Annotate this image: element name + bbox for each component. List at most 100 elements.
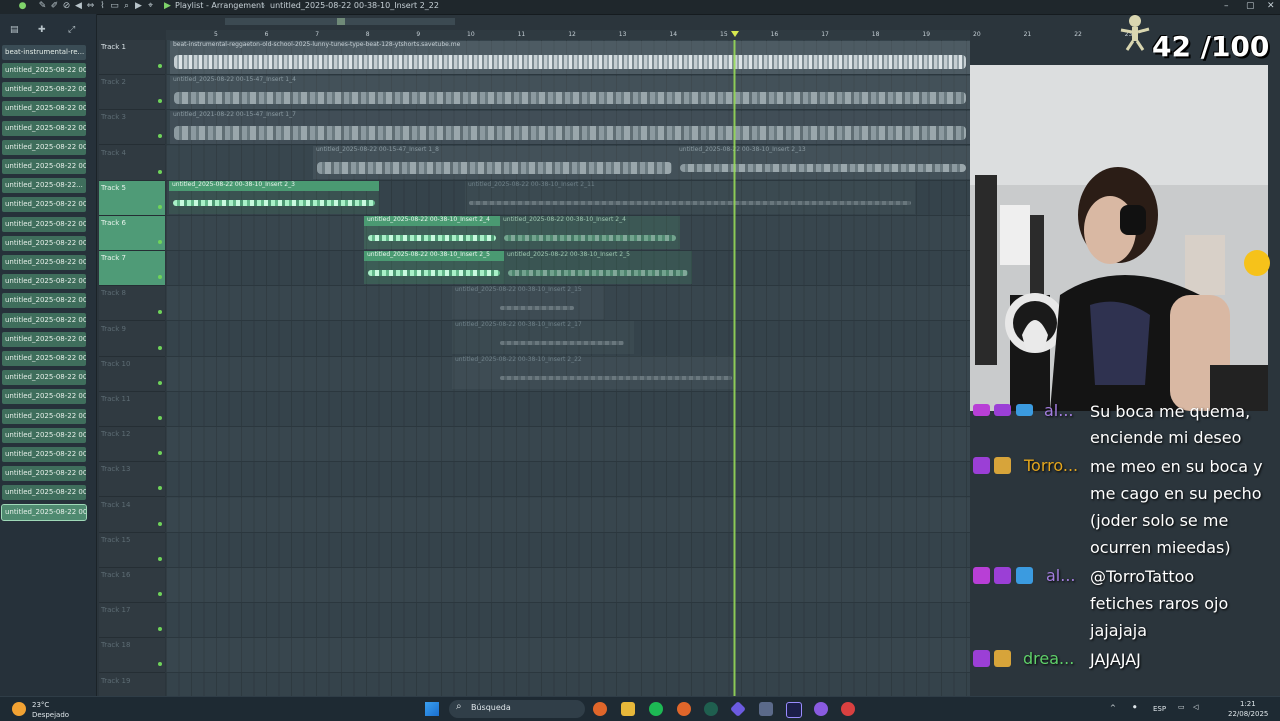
audio-clip[interactable]: untitled_2025-08-22 00-15-47_Insert 1_8	[313, 146, 676, 179]
browser-clip-item[interactable]: untitled_2025-08-22 00-...	[2, 216, 86, 232]
slice-icon[interactable]: ⌇	[98, 2, 107, 11]
browser-clip-item[interactable]: untitled_2025-08-22 00-...	[2, 197, 86, 213]
browser-clip-item[interactable]: untitled_2025-08-22 00-...	[2, 370, 86, 386]
clock-time[interactable]: 1:21	[1240, 700, 1256, 708]
app-grid-icon[interactable]	[759, 702, 773, 716]
chat-username[interactable]: al...	[1044, 400, 1074, 422]
browser-clip-item[interactable]: untitled_2025-08-22...	[2, 178, 86, 194]
windows-start-icon[interactable]	[425, 702, 439, 716]
track-lane[interactable]	[166, 638, 970, 674]
chat-username[interactable]: al...	[1046, 565, 1076, 587]
brush-icon[interactable]: ✐	[50, 2, 59, 11]
playhead-marker-icon[interactable]	[731, 31, 739, 37]
track-active-led[interactable]	[158, 627, 162, 632]
browser-link-icon[interactable]: ⤢	[68, 25, 75, 35]
browser-clip-item[interactable]: untitled_2025-08-22 00-...	[2, 389, 86, 405]
track-header[interactable]: Track 5	[99, 180, 165, 216]
track-active-led[interactable]	[158, 240, 162, 244]
track-header[interactable]: Track 7	[99, 251, 165, 287]
track-header[interactable]: Track 13	[99, 462, 165, 498]
spotify-icon[interactable]	[649, 702, 663, 716]
fl-logo-icon[interactable]: ●	[18, 2, 27, 11]
close-button[interactable]: ✕	[1267, 1, 1275, 11]
audio-clip[interactable]: untitled_2021-08-22 00-15-47_Insert 1_7	[170, 111, 970, 144]
audio-clip[interactable]: untitled_2025-08-22 00-38-10_Insert 2_11	[465, 181, 915, 214]
audio-clip[interactable]: untitled_2025-08-22 00-38-10_Insert 2_22	[452, 356, 736, 389]
track-active-led[interactable]	[158, 592, 162, 596]
track-lane[interactable]	[166, 392, 970, 427]
audio-clip[interactable]: untitled_2025-08-22 00-38-10_Insert 2_4	[364, 216, 500, 249]
track-lane[interactable]	[166, 568, 970, 603]
track-active-led[interactable]	[158, 310, 162, 315]
track-lane[interactable]	[166, 603, 970, 639]
mic-icon[interactable]: ⏺	[1133, 703, 1137, 712]
track-header[interactable]: Track 12	[99, 427, 165, 463]
track-active-led[interactable]	[158, 521, 162, 526]
track-active-led[interactable]	[158, 486, 162, 491]
audio-clip[interactable]: untitled_2025-08-22 00-38-10_Insert 2_4	[500, 216, 680, 249]
track-header[interactable]: Track 15	[99, 533, 165, 568]
browser-clip-item[interactable]: untitled_2025-08-22 00-...	[2, 139, 86, 155]
track-header[interactable]: Track 2	[99, 75, 165, 111]
volume-icon[interactable]: ◁	[1193, 703, 1198, 711]
chat-username[interactable]: drea...	[1023, 648, 1074, 670]
firefox-icon[interactable]	[593, 702, 607, 716]
audio-clip[interactable]: untitled_2025-08-22 00-15-47_Insert 1_4	[170, 76, 970, 109]
audio-clip[interactable]: untitled_2025-08-22 00-38-10_Insert 2_5	[504, 251, 692, 284]
playlist-grid[interactable]: beat-instrumental-reggaeton-old-school-2…	[166, 40, 970, 709]
track-active-led[interactable]	[158, 380, 162, 385]
slip-icon[interactable]: ⇔	[86, 2, 95, 11]
browser-menu-icon[interactable]: ▤	[10, 25, 19, 35]
track-header[interactable]: Track 10	[99, 357, 165, 392]
browser-clip-item[interactable]: untitled_2025-08-22 00-...	[1, 503, 87, 521]
track-header[interactable]: Track 11	[99, 392, 165, 427]
track-header[interactable]: Track 17	[99, 603, 165, 639]
browser-clip-item[interactable]: untitled_2025-08-22 00-...	[2, 82, 86, 98]
track-active-led[interactable]	[158, 416, 162, 420]
file-explorer-icon[interactable]	[621, 702, 635, 716]
browser-clip-item[interactable]: untitled_2025-08-22 00-...	[2, 101, 86, 117]
browser-clip-item[interactable]: untitled_2025-08-22 00-...	[2, 447, 86, 462]
browser-clip-item[interactable]: untitled_2025-08-22 00-...	[2, 63, 86, 78]
track-lane[interactable]	[166, 533, 970, 568]
browser-clip-item[interactable]: untitled_2025-08-22 00-...	[2, 427, 86, 443]
browser-clip-item[interactable]: untitled_2025-08-22 00-...	[2, 120, 86, 136]
track-lane[interactable]	[166, 462, 970, 498]
audio-clip[interactable]: untitled_2025-08-22 00-38-10_Insert 2_15	[452, 286, 604, 319]
browser-clip-item[interactable]: untitled_2025-08-22 00-...	[2, 235, 86, 251]
track-active-led[interactable]	[158, 134, 162, 139]
track-active-led[interactable]	[158, 275, 162, 280]
audio-clip[interactable]: beat-instrumental-reggaeton-old-school-2…	[170, 41, 970, 74]
delete-icon[interactable]: ⊘	[62, 2, 71, 11]
snap-icon[interactable]: ⌖	[146, 2, 155, 11]
track-header[interactable]: Track 14	[99, 498, 165, 533]
discord-icon[interactable]	[814, 702, 828, 716]
track-header[interactable]: Track 4	[99, 146, 165, 181]
browser-clip-item[interactable]: untitled_2025-08-22 00-...	[2, 255, 86, 270]
browser-clip-item[interactable]: untitled_2025-08-22 00-...	[2, 351, 86, 366]
audio-clip[interactable]: untitled_2025-08-22 00-38-10_Insert 2_5	[364, 251, 504, 284]
clock-date[interactable]: 22/08/2025	[1228, 710, 1268, 718]
minimize-button[interactable]: –	[1224, 1, 1229, 11]
track-active-led[interactable]	[158, 451, 162, 456]
weather-temp[interactable]: 23°C	[32, 701, 49, 709]
mute-icon[interactable]: ◀	[74, 2, 83, 11]
track-lane[interactable]	[166, 498, 970, 533]
browser-clip-item[interactable]: untitled_2025-08-22 00-...	[2, 293, 86, 309]
track-active-led[interactable]	[158, 345, 162, 350]
app-diamond-icon[interactable]	[730, 701, 746, 717]
browser-clip-item[interactable]: untitled_2025-08-22 00-...	[2, 466, 86, 482]
playhead[interactable]	[733, 40, 736, 696]
audio-clip[interactable]: untitled_2025-08-22 00-38-10_Insert 2_17	[452, 321, 634, 354]
track-header[interactable]: Track 6	[99, 216, 165, 251]
track-active-led[interactable]	[158, 662, 162, 667]
select-icon[interactable]: ▭	[110, 2, 119, 11]
track-header[interactable]: Track 18	[99, 638, 165, 674]
audio-clip[interactable]: untitled_2025-08-22 00-38-10_Insert 2_3	[169, 181, 379, 214]
app-icon[interactable]	[704, 702, 718, 716]
pencil-icon[interactable]: ✎	[38, 2, 47, 11]
browser-clip-item[interactable]: untitled_2025-08-22 00-...	[2, 485, 86, 501]
premiere-icon[interactable]	[786, 702, 802, 718]
pattern-scrollbar[interactable]	[225, 18, 455, 25]
language-indicator[interactable]: ESP	[1153, 705, 1166, 713]
